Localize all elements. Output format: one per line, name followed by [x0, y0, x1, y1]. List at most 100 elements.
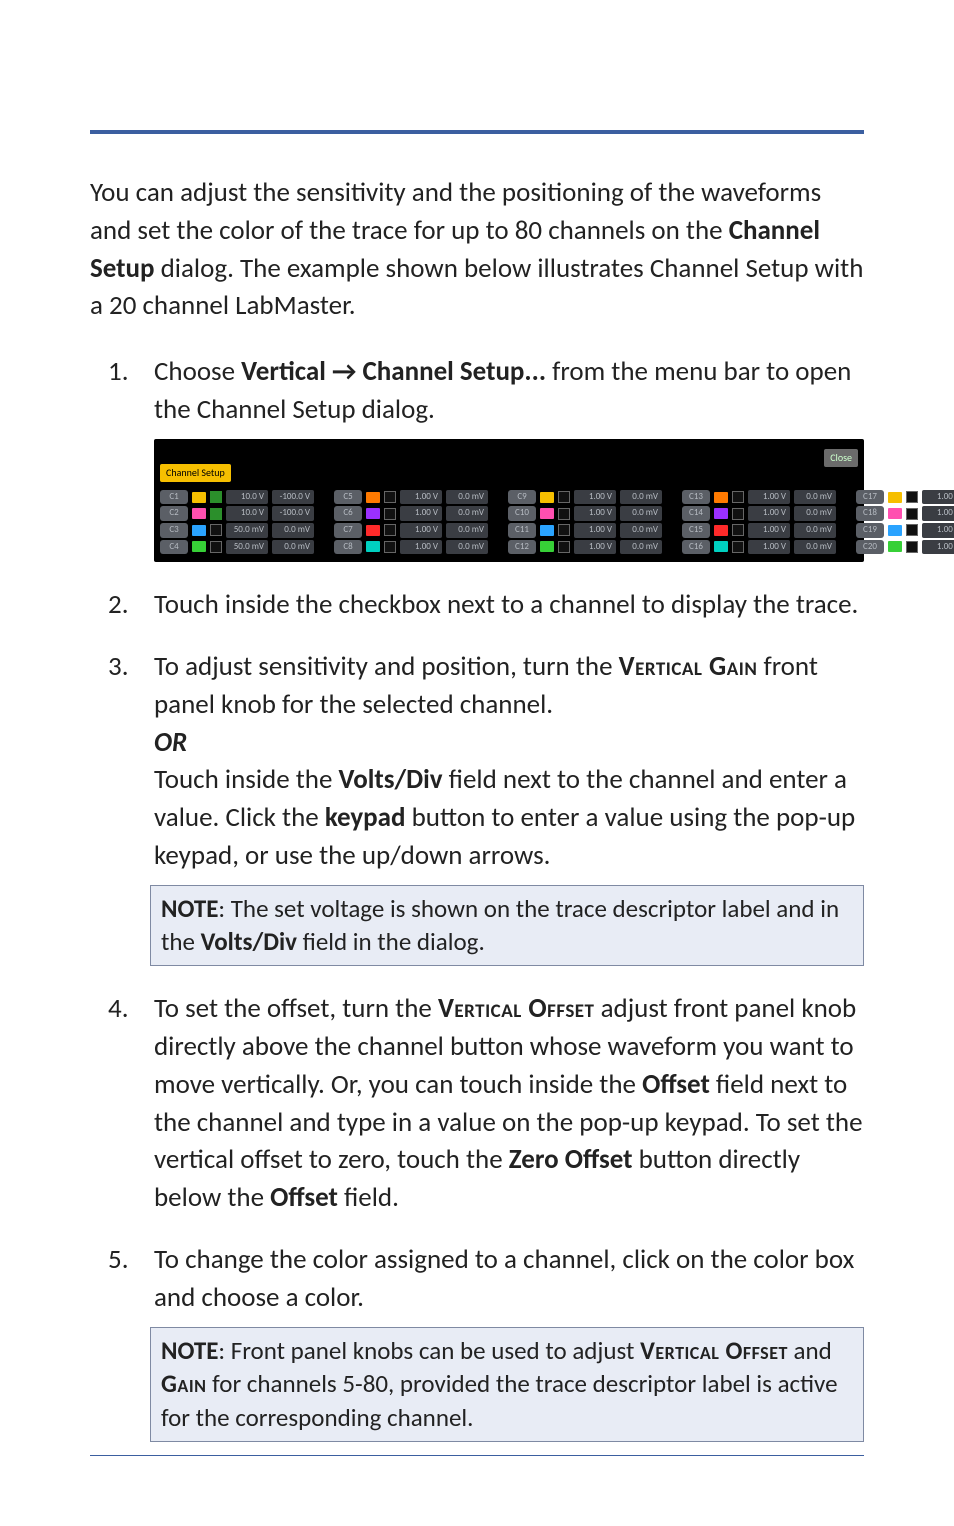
offset-field[interactable]: 0.0 mV — [272, 540, 314, 555]
channel-button[interactable]: C12 — [508, 540, 536, 555]
channel-button[interactable]: C18 — [856, 506, 884, 521]
color-swatch[interactable] — [714, 541, 728, 552]
volts-div-field[interactable]: 1.00 V — [400, 490, 442, 505]
trace-checkbox[interactable] — [558, 541, 570, 553]
volts-div-field[interactable]: 1.00 V — [922, 490, 954, 505]
channel-button[interactable]: C20 — [856, 540, 884, 555]
trace-checkbox[interactable] — [210, 508, 222, 520]
color-swatch[interactable] — [192, 492, 206, 503]
color-swatch[interactable] — [888, 508, 902, 519]
channel-button[interactable]: C15 — [682, 523, 710, 538]
volts-div-field[interactable]: 1.00 V — [748, 490, 790, 505]
channel-button[interactable]: C17 — [856, 490, 884, 505]
channel-button[interactable]: C6 — [334, 506, 362, 521]
color-swatch[interactable] — [366, 492, 380, 503]
offset-field[interactable]: 0.0 mV — [794, 490, 836, 505]
color-swatch[interactable] — [714, 525, 728, 536]
trace-checkbox[interactable] — [906, 524, 918, 536]
trace-checkbox[interactable] — [732, 524, 744, 536]
channel-button[interactable]: C10 — [508, 506, 536, 521]
color-swatch[interactable] — [366, 541, 380, 552]
trace-checkbox[interactable] — [732, 508, 744, 520]
color-swatch[interactable] — [888, 541, 902, 552]
color-swatch[interactable] — [366, 508, 380, 519]
trace-checkbox[interactable] — [906, 541, 918, 553]
channel-button[interactable]: C11 — [508, 523, 536, 538]
volts-div-field[interactable]: 1.00 V — [400, 506, 442, 521]
trace-checkbox[interactable] — [558, 491, 570, 503]
offset-field[interactable]: -100.0 V — [272, 490, 314, 505]
channel-button[interactable]: C13 — [682, 490, 710, 505]
offset-field[interactable]: 0.0 mV — [794, 540, 836, 555]
volts-div-field[interactable]: 1.00 V — [400, 523, 442, 538]
trace-checkbox[interactable] — [384, 524, 396, 536]
volts-div-field[interactable]: 1.00 V — [748, 540, 790, 555]
color-swatch[interactable] — [192, 508, 206, 519]
offset-field[interactable]: 0.0 mV — [446, 523, 488, 538]
trace-checkbox[interactable] — [558, 524, 570, 536]
channel-button[interactable]: C7 — [334, 523, 362, 538]
volts-div-field[interactable]: 1.00 V — [748, 506, 790, 521]
volts-div-field[interactable]: 1.00 V — [574, 506, 616, 521]
offset-field[interactable]: 0.0 mV — [272, 523, 314, 538]
offset-field[interactable]: 0.0 mV — [794, 523, 836, 538]
color-swatch[interactable] — [888, 525, 902, 536]
channel-button[interactable]: C16 — [682, 540, 710, 555]
offset-field[interactable]: 0.0 mV — [620, 523, 662, 538]
color-swatch[interactable] — [366, 525, 380, 536]
channel-button[interactable]: C2 — [160, 506, 188, 521]
dialog-tab[interactable]: Channel Setup — [160, 464, 231, 482]
offset-field[interactable]: 0.0 mV — [794, 506, 836, 521]
offset-field[interactable]: 0.0 mV — [446, 540, 488, 555]
volts-div-field[interactable]: 10.0 V — [226, 490, 268, 505]
volts-div-field[interactable]: 1.00 V — [922, 540, 954, 555]
volts-div-field[interactable]: 1.00 V — [922, 506, 954, 521]
trace-checkbox[interactable] — [210, 524, 222, 536]
trace-checkbox[interactable] — [210, 491, 222, 503]
trace-checkbox[interactable] — [384, 491, 396, 503]
channel-button[interactable]: C4 — [160, 540, 188, 555]
color-swatch[interactable] — [714, 508, 728, 519]
offset-field[interactable]: 0.0 mV — [620, 540, 662, 555]
offset-field[interactable]: 0.0 mV — [620, 490, 662, 505]
color-swatch[interactable] — [192, 541, 206, 552]
channel-button[interactable]: C3 — [160, 523, 188, 538]
channel-button[interactable]: C14 — [682, 506, 710, 521]
channel-button[interactable]: C8 — [334, 540, 362, 555]
channel-column: C171.00 V0.0 mVC181.00 V0.0 mVC191.00 V0… — [856, 488, 954, 556]
volts-div-field[interactable]: 1.00 V — [400, 540, 442, 555]
trace-checkbox[interactable] — [210, 541, 222, 553]
color-swatch[interactable] — [540, 508, 554, 519]
close-button[interactable]: Close — [824, 449, 858, 467]
color-swatch[interactable] — [888, 492, 902, 503]
color-swatch[interactable] — [540, 492, 554, 503]
trace-checkbox[interactable] — [906, 491, 918, 503]
color-swatch[interactable] — [540, 525, 554, 536]
step4-offset2: Offset — [270, 1181, 338, 1214]
volts-div-field[interactable]: 1.00 V — [922, 523, 954, 538]
channel-button[interactable]: C9 — [508, 490, 536, 505]
volts-div-field[interactable]: 1.00 V — [574, 523, 616, 538]
channel-button[interactable]: C1 — [160, 490, 188, 505]
offset-field[interactable]: -100.0 V — [272, 506, 314, 521]
color-swatch[interactable] — [192, 525, 206, 536]
offset-field[interactable]: 0.0 mV — [446, 490, 488, 505]
volts-div-field[interactable]: 1.00 V — [748, 523, 790, 538]
color-swatch[interactable] — [540, 541, 554, 552]
color-swatch[interactable] — [714, 492, 728, 503]
trace-checkbox[interactable] — [384, 541, 396, 553]
volts-div-field[interactable]: 50.0 mV — [226, 540, 268, 555]
volts-div-field[interactable]: 10.0 V — [226, 506, 268, 521]
trace-checkbox[interactable] — [558, 508, 570, 520]
trace-checkbox[interactable] — [906, 508, 918, 520]
trace-checkbox[interactable] — [384, 508, 396, 520]
channel-button[interactable]: C5 — [334, 490, 362, 505]
trace-checkbox[interactable] — [732, 491, 744, 503]
trace-checkbox[interactable] — [732, 541, 744, 553]
volts-div-field[interactable]: 1.00 V — [574, 540, 616, 555]
offset-field[interactable]: 0.0 mV — [446, 506, 488, 521]
offset-field[interactable]: 0.0 mV — [620, 506, 662, 521]
channel-button[interactable]: C19 — [856, 523, 884, 538]
volts-div-field[interactable]: 1.00 V — [574, 490, 616, 505]
volts-div-field[interactable]: 50.0 mV — [226, 523, 268, 538]
